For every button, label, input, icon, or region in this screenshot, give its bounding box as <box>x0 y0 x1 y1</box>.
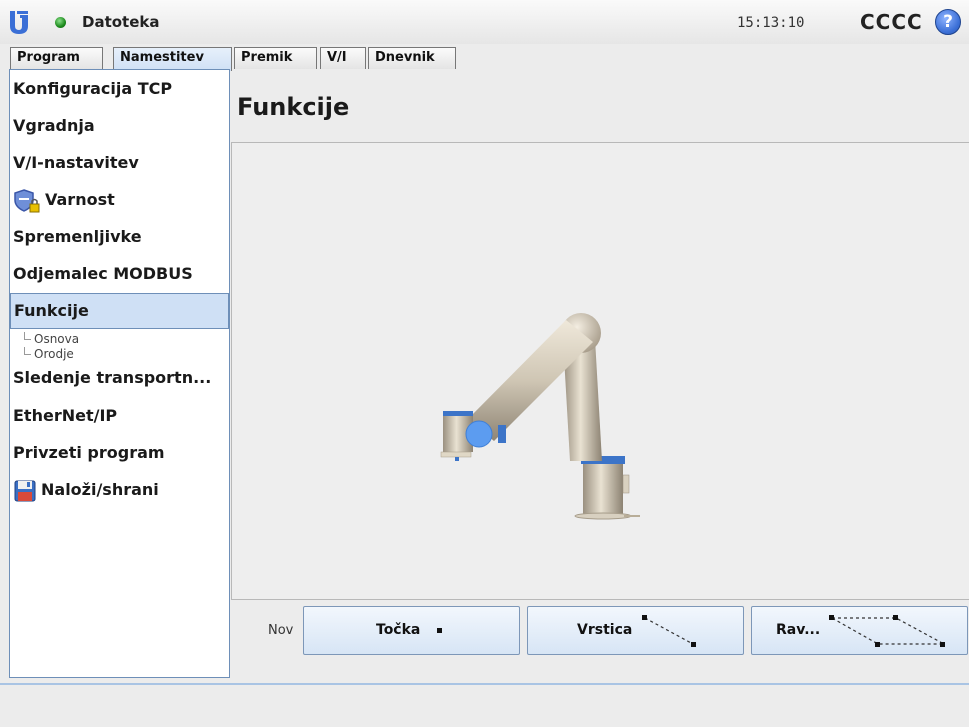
sidebar-item-modbus-client[interactable]: Odjemalec MODBUS <box>10 257 229 291</box>
add-plane-button[interactable]: Rav... <box>751 606 968 655</box>
sidebar-item-io-setup[interactable]: V/I-nastavitev <box>10 146 229 180</box>
sidebar-item-load-save[interactable]: Naloži/shrani <box>10 473 229 507</box>
add-point-label: Točka <box>376 622 421 638</box>
universal-robots-logo-icon <box>10 11 28 34</box>
sidebar-subitem-base[interactable]: Osnova <box>24 332 79 346</box>
sidebar-item-label: Vgradnja <box>13 116 95 135</box>
help-button[interactable]: ? <box>935 9 961 35</box>
sidebar-item-mounting[interactable]: Vgradnja <box>10 109 229 143</box>
add-point-button[interactable]: Točka <box>303 606 520 655</box>
tab-io[interactable]: V/I <box>320 47 366 69</box>
sidebar-item-safety[interactable]: Varnost <box>10 183 229 217</box>
sidebar-item-label: V/I-nastavitev <box>13 153 139 172</box>
sidebar-item-label: Privzeti program <box>13 443 165 462</box>
plane-icon <box>829 615 945 647</box>
tab-log[interactable]: Dnevnik <box>368 47 456 69</box>
sidebar-item-tcp-configuration[interactable]: Konfiguracija TCP <box>10 72 229 106</box>
add-line-label: Vrstica <box>577 622 633 638</box>
sidebar-item-features[interactable]: Funkcije <box>10 293 229 329</box>
robot-name: CCCC <box>860 10 923 34</box>
sidebar-item-variables[interactable]: Spremenljivke <box>10 220 229 254</box>
robot-arm-model <box>440 313 640 520</box>
sidebar-item-ethernet-ip[interactable]: EtherNet/IP <box>10 399 229 433</box>
add-plane-label: Rav... <box>776 622 821 638</box>
line-icon <box>642 615 696 647</box>
page-title: Funkcije <box>237 93 350 121</box>
top-bar: Datoteka 15:13:10 CCCC ? <box>0 0 969 44</box>
new-feature-label: Nov <box>268 623 294 638</box>
sidebar-item-label: Naloži/shrani <box>41 480 159 499</box>
sidebar-item-label: EtherNet/IP <box>13 406 118 425</box>
tab-installation[interactable]: Namestitev <box>113 47 232 71</box>
sidebar-item-label: Varnost <box>45 190 115 209</box>
add-line-button[interactable]: Vrstica <box>527 606 744 655</box>
sidebar-item-label: Konfiguracija TCP <box>13 79 173 98</box>
sidebar-item-label: Sledenje transportn... <box>13 368 212 387</box>
sidebar-item-default-program[interactable]: Privzeti program <box>10 436 229 470</box>
floppy-disk-icon <box>14 480 36 501</box>
sidebar-item-label: Odjemalec MODBUS <box>13 264 193 283</box>
robot-3d-view[interactable] <box>231 142 969 600</box>
bottom-status-bar <box>0 683 969 727</box>
tab-program[interactable]: Program <box>10 47 103 69</box>
sidebar-item-label: Funkcije <box>14 301 89 320</box>
sidebar-item-label: Spremenljivke <box>13 227 142 246</box>
point-icon <box>437 628 442 633</box>
shield-lock-icon <box>14 188 40 212</box>
clock: 15:13:10 <box>737 15 805 31</box>
installation-sidebar: Konfiguracija TCP Vgradnja V/I-nastavite… <box>9 69 230 678</box>
file-menu[interactable]: Datoteka <box>82 13 160 31</box>
sidebar-item-conveyor-tracking[interactable]: Sledenje transportn... <box>10 361 229 395</box>
tab-move[interactable]: Premik <box>234 47 317 69</box>
status-indicator-icon <box>55 17 66 28</box>
sidebar-subitem-tool[interactable]: Orodje <box>24 347 74 361</box>
